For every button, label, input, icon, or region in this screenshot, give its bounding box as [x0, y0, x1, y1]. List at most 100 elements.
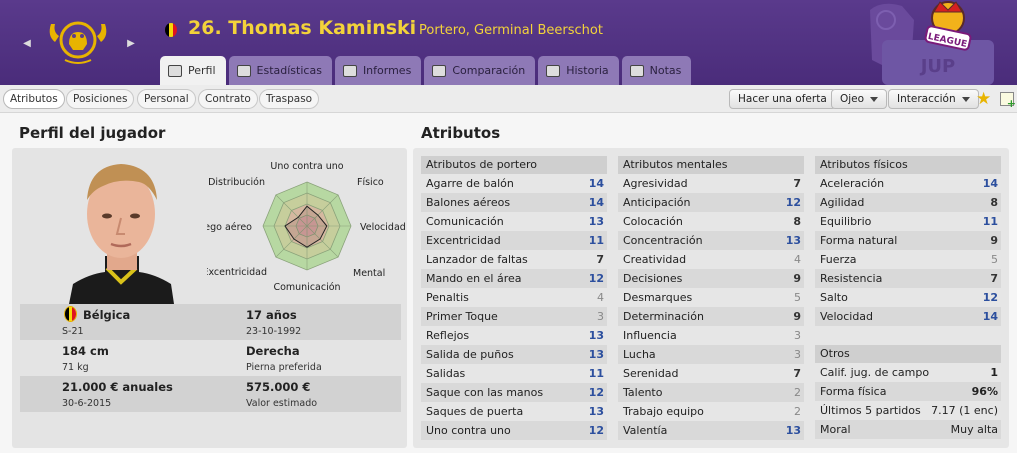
attribute-row[interactable]: Salida de puños 13	[421, 345, 607, 364]
tab-estadisticas[interactable]: Estadísticas	[228, 56, 332, 85]
attribute-row[interactable]: Saque con las manos 12	[421, 383, 607, 402]
subtab-traspaso[interactable]: Traspaso	[259, 89, 320, 109]
attribute-row[interactable]: Anticipación 12	[618, 193, 804, 212]
belgium-flag-icon	[64, 306, 77, 322]
attribute-row[interactable]: Primer Toque 3	[421, 307, 607, 326]
compare-icon	[432, 64, 447, 77]
scout-label: Ojeo	[840, 93, 865, 105]
attribute-row[interactable]: Resistencia 7	[815, 269, 1001, 288]
attribute-row[interactable]: Creatividad 4	[618, 250, 804, 269]
nationality-value[interactable]: Bélgica	[83, 308, 130, 322]
make-offer-button[interactable]: Hacer una oferta	[729, 89, 836, 109]
subtab-personal[interactable]: Personal	[137, 89, 196, 109]
attribute-row[interactable]: Comunicación 13	[421, 212, 607, 231]
attribute-row[interactable]: Agarre de balón 14	[421, 174, 607, 193]
prev-arrow-icon[interactable]: ◀	[20, 37, 34, 51]
tab-comparacion[interactable]: Comparación	[424, 56, 536, 85]
attribute-value: 3	[794, 348, 801, 361]
attribute-row[interactable]: Trabajo equipo 2	[618, 402, 804, 421]
attributes-panel: Atributos de portero Agarre de balón 14 Bal…	[413, 148, 1009, 448]
attribute-value: 7	[990, 272, 998, 285]
attribute-value: 8	[793, 215, 801, 228]
attribute-value: 9	[793, 272, 801, 285]
attribute-row[interactable]: Agresividad 7	[618, 174, 804, 193]
attribute-row[interactable]: Uno contra uno 12	[421, 421, 607, 440]
attribute-value: 2	[794, 386, 801, 399]
attribute-row[interactable]: Fuerza 5	[815, 250, 1001, 269]
attribute-value: 12	[588, 386, 604, 399]
attribute-row[interactable]: Mando en el área 12	[421, 269, 607, 288]
weight-value: 71 kg	[62, 362, 89, 373]
attribute-row[interactable]: Lucha 3	[618, 345, 804, 364]
attribute-row[interactable]: Forma física 96%	[815, 382, 1001, 401]
attribute-row[interactable]: Serenidad 7	[618, 364, 804, 383]
attribute-name: Mando en el área	[426, 272, 522, 285]
attribute-value: 4	[597, 291, 604, 304]
attribute-row[interactable]: Lanzador de faltas 7	[421, 250, 607, 269]
tab-label: Comparación	[452, 64, 526, 77]
attribute-name: Calif. jug. de campo	[820, 366, 930, 379]
attribute-value: 12	[588, 424, 604, 437]
star-icon[interactable]: ★	[976, 89, 991, 109]
league-logo-icon[interactable]: JUP LEAGUE	[862, 0, 1012, 85]
birth-date-value: 23-10-1992	[246, 326, 302, 337]
attribute-row[interactable]: Talento 2	[618, 383, 804, 402]
flag-stripe-3	[173, 23, 177, 37]
tab-perfil[interactable]: Perfil	[160, 56, 226, 85]
attribute-row[interactable]: Velocidad 14	[815, 307, 1001, 326]
attribute-row[interactable]: Excentricidad 11	[421, 231, 607, 250]
attribute-name: Valentía	[623, 424, 668, 437]
attribute-radar-chart: Uno contra uno Físico Velocidad Mental Comun…	[207, 161, 406, 293]
player-position-club[interactable]: Portero, Germinal Beerschot	[419, 23, 603, 38]
attribute-value: 7.17 (1 enc)	[931, 404, 998, 417]
scout-button[interactable]: Ojeo	[831, 89, 888, 109]
attribute-row[interactable]: Reflejos 13	[421, 326, 607, 345]
tab-historia[interactable]: Historia	[538, 56, 619, 85]
subtab-atributos[interactable]: Atributos	[3, 89, 65, 109]
interaction-button[interactable]: Interacción	[888, 89, 979, 109]
add-shortlist-icon[interactable]	[1000, 92, 1016, 110]
attribute-row[interactable]: Influencia 3	[618, 326, 804, 345]
attribute-value: 4	[794, 253, 801, 266]
attribute-row[interactable]: Equilibrio 11	[815, 212, 1001, 231]
attribute-row[interactable]: Forma natural 9	[815, 231, 1001, 250]
attribute-value: 8	[990, 196, 998, 209]
report-icon	[342, 64, 357, 77]
attribute-value: 7	[793, 367, 801, 380]
tab-informes[interactable]: Informes	[334, 56, 422, 85]
attribute-name: Uno contra uno	[426, 424, 511, 437]
attribute-row[interactable]: Aceleración 14	[815, 174, 1001, 193]
attribute-row[interactable]: Salto 12	[815, 288, 1001, 307]
attribute-row[interactable]: Concentración 13	[618, 231, 804, 250]
attribute-row[interactable]: Calif. jug. de campo 1	[815, 363, 1001, 382]
attribute-row[interactable]: Decisiones 9	[618, 269, 804, 288]
attribute-row[interactable]: Balones aéreos 14	[421, 193, 607, 212]
club-crest-icon[interactable]	[45, 14, 111, 70]
attribute-value: 5	[991, 253, 998, 266]
attribute-row[interactable]: Valentía 13	[618, 421, 804, 440]
attribute-row[interactable]: Desmarques 5	[618, 288, 804, 307]
radar-label: Comunicación	[273, 282, 340, 293]
attribute-value: 13	[588, 215, 604, 228]
attribute-row[interactable]: Salidas 11	[421, 364, 607, 383]
preferred-foot-label: Pierna preferida	[246, 362, 322, 373]
attribute-row[interactable]: Penaltis 4	[421, 288, 607, 307]
attribute-name: Reflejos	[426, 329, 470, 342]
attribute-row[interactable]: Saques de puerta 13	[421, 402, 607, 421]
attribute-row[interactable]: Colocación 8	[618, 212, 804, 231]
attribute-name: Salidas	[426, 367, 466, 380]
attribute-row[interactable]: Moral Muy alta	[815, 420, 1001, 439]
attribute-row[interactable]: Últimos 5 partidos 7.17 (1 enc)	[815, 401, 1001, 420]
attribute-value: 11	[588, 234, 604, 247]
attribute-row[interactable]: Determinación 9	[618, 307, 804, 326]
next-arrow-icon[interactable]: ▶	[124, 37, 138, 51]
subtab-contrato[interactable]: Contrato	[198, 89, 258, 109]
attribute-name: Talento	[623, 386, 663, 399]
subtab-posiciones[interactable]: Posiciones	[66, 89, 135, 109]
attribute-row[interactable]: Agilidad 8	[815, 193, 1001, 212]
attribute-name: Influencia	[623, 329, 677, 342]
tab-notas[interactable]: Notas	[621, 56, 692, 85]
other-header: Otros	[815, 345, 1001, 363]
player-name: 26. Thomas Kaminski	[188, 17, 417, 39]
info-row-contract: 21.000 € anuales 30-6-2015 575.000 € Val…	[20, 376, 401, 412]
